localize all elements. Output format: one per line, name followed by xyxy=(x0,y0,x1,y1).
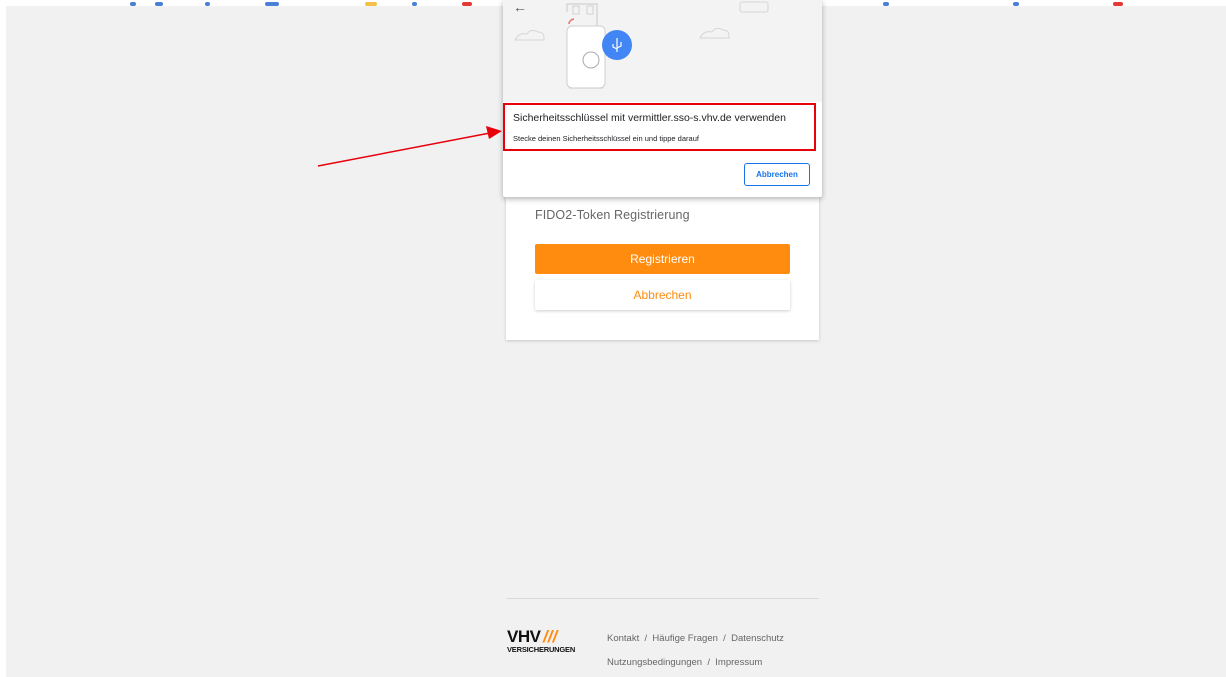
registration-card: FIDO2-Token Registrierung Registrieren A… xyxy=(506,190,819,340)
card-cancel-button[interactable]: Abbrechen xyxy=(535,280,790,310)
logo-text: VHV xyxy=(507,627,541,646)
register-button[interactable]: Registrieren xyxy=(535,244,790,274)
arrow-left-icon[interactable]: ← xyxy=(513,0,527,14)
footer-link-nutzungsbedingungen[interactable]: Nutzungsbedingungen xyxy=(607,657,702,668)
logo-slashes: /// xyxy=(543,627,558,646)
footer-link-faq[interactable]: Häufige Fragen xyxy=(652,633,717,644)
logo-subtext: VERSICHERUNGEN xyxy=(507,645,576,654)
security-key-dialog: ← Sicherheitsschlüssel mit vermittler.ss… xyxy=(503,0,822,197)
card-title: FIDO2-Token Registrierung xyxy=(535,208,690,222)
footer-link-impressum[interactable]: Impressum xyxy=(715,657,762,668)
vhv-logo[interactable]: VHV /// VERSICHERUNGEN xyxy=(507,628,587,668)
footer-links-row1: Kontakt / Häufige Fragen / Datenschutz xyxy=(607,633,784,644)
dialog-illustration: ← xyxy=(503,0,822,102)
footer-separator: / xyxy=(717,633,732,644)
dialog-cancel-button[interactable]: Abbrechen xyxy=(744,163,810,186)
footer-divider xyxy=(506,598,819,599)
annotation-highlight-box xyxy=(503,103,816,151)
footer-links-row2: Nutzungsbedingungen / Impressum xyxy=(607,657,762,668)
usb-security-key-icon xyxy=(514,1,769,89)
footer-link-datenschutz[interactable]: Datenschutz xyxy=(731,633,784,644)
footer-separator: / xyxy=(702,657,716,668)
footer-link-kontakt[interactable]: Kontakt xyxy=(607,633,639,644)
footer-separator: / xyxy=(639,633,653,644)
